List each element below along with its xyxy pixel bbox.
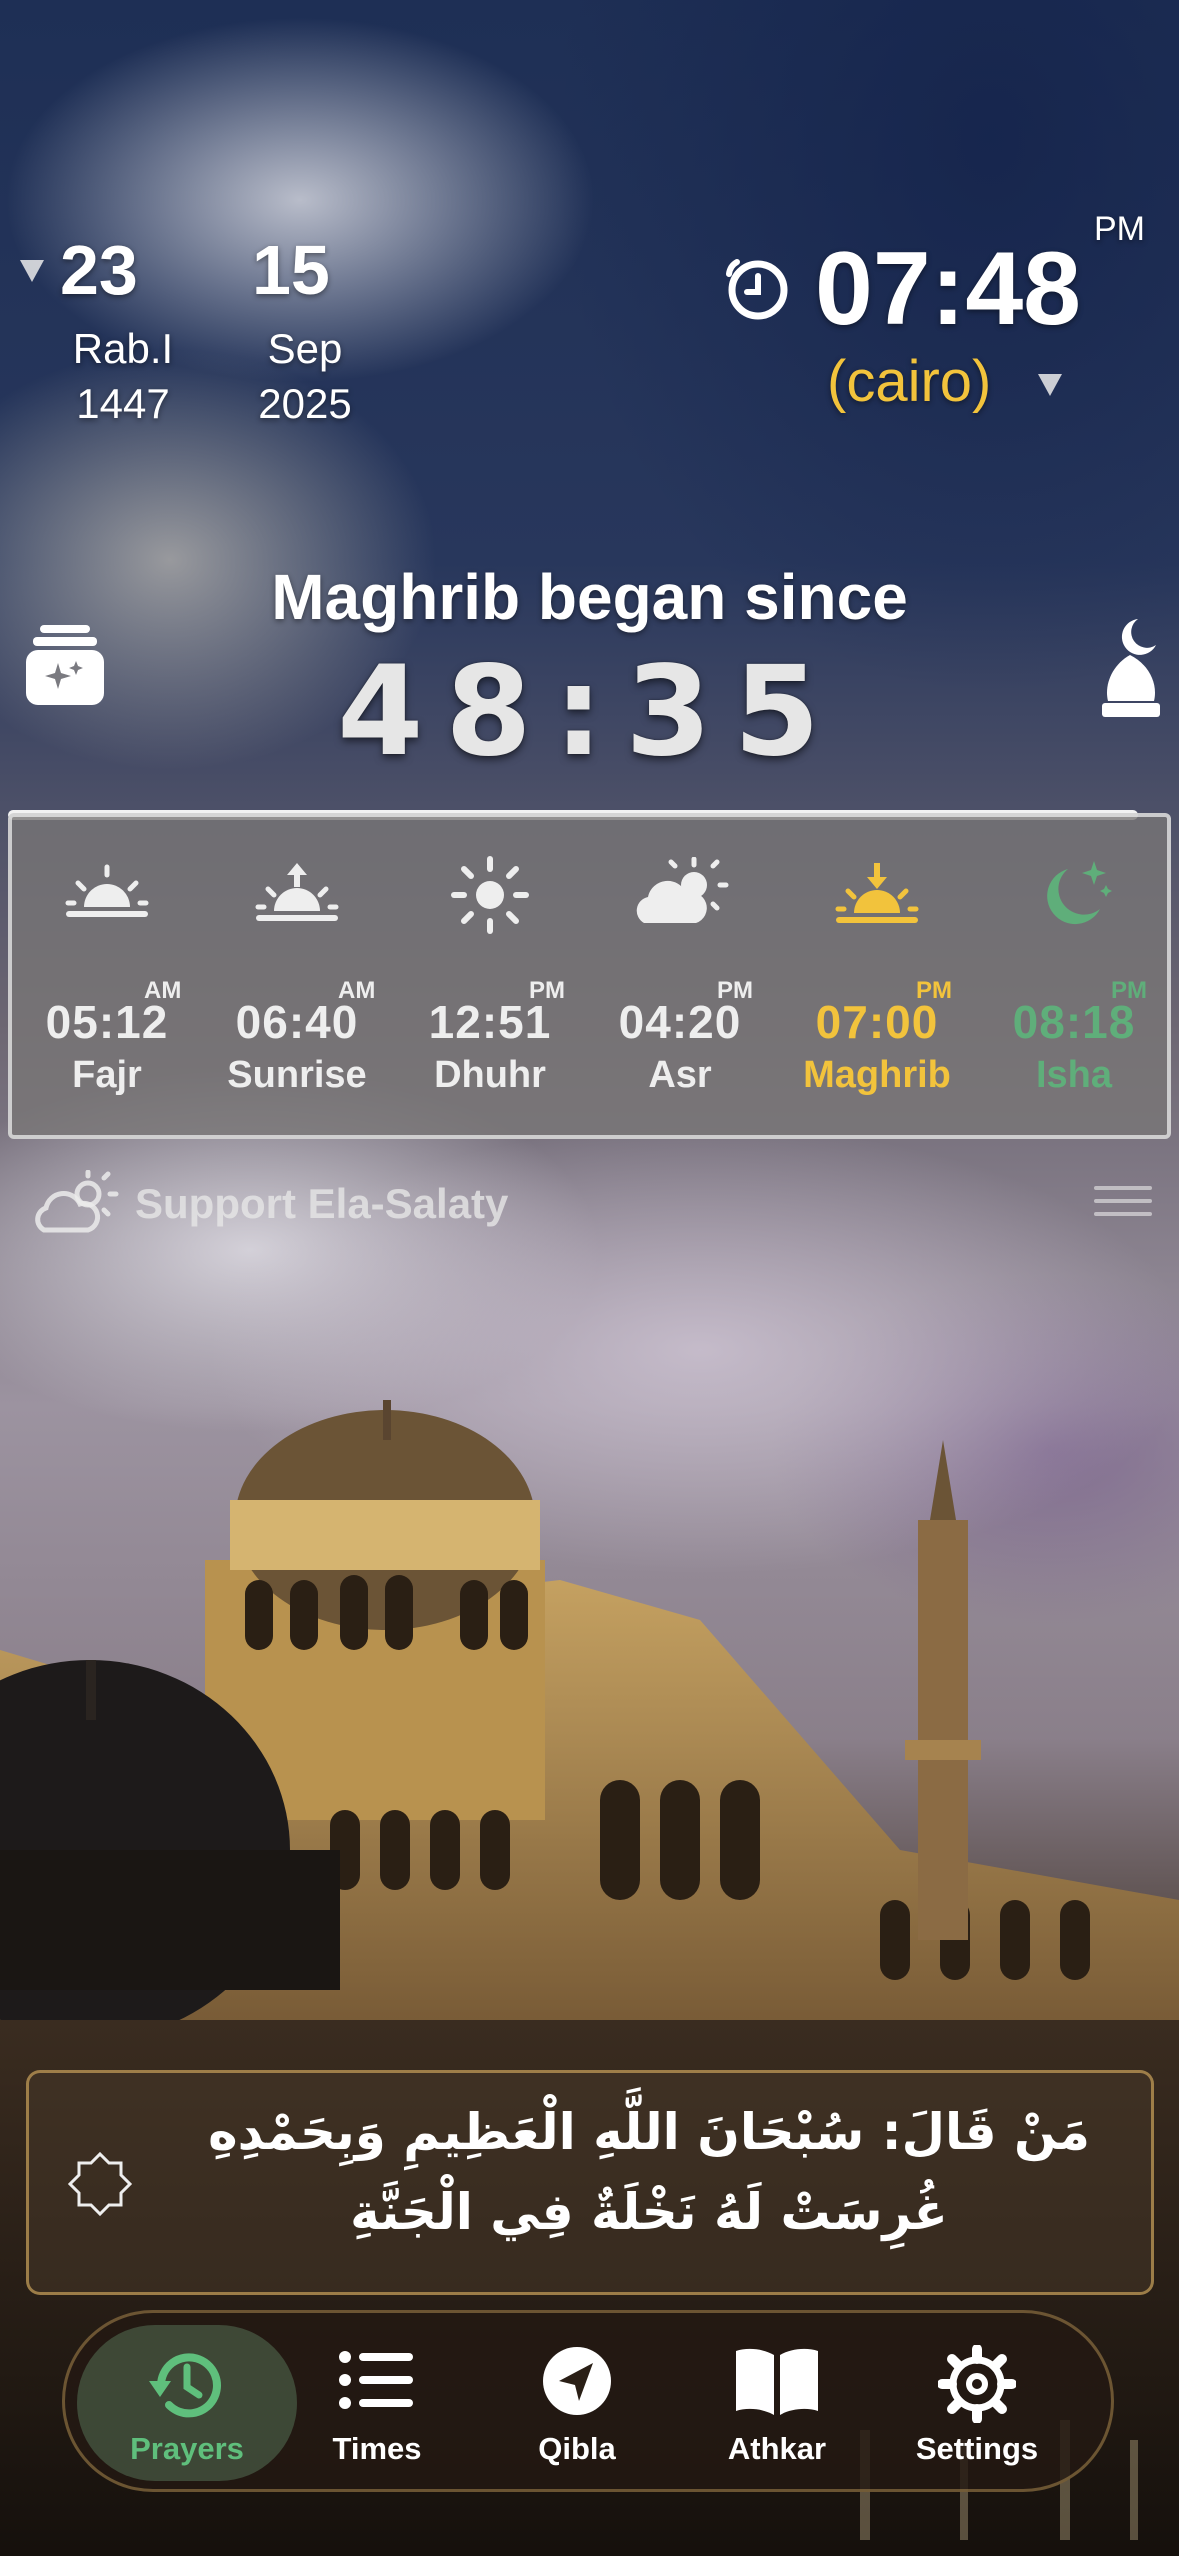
dhuhr-time: 12:51 — [428, 996, 552, 1048]
hijri-year: 1447 — [76, 380, 170, 427]
location-dropdown-icon[interactable] — [1038, 374, 1062, 396]
sparkle-stack-icon — [26, 625, 104, 705]
sunrise-half-icon — [65, 864, 149, 917]
gregorian-year: 2025 — [258, 380, 352, 427]
athkar-quote-card[interactable]: مَنْ قَالَ: سُبْحَانَ اللَّهِ الْعَظِيمِ… — [26, 2070, 1154, 2295]
history-clock-icon — [149, 2353, 221, 2418]
prayer-fajr[interactable]: AM 05:12 Fajr — [12, 817, 202, 1143]
azan-mosque-button[interactable] — [1098, 615, 1163, 720]
gregorian-day: 15 — [252, 231, 330, 309]
mosque-crescent-icon — [1102, 619, 1160, 717]
tab-prayers[interactable]: Prayers — [77, 2325, 297, 2481]
fajr-name: Fajr — [72, 1054, 142, 1096]
gregorian-month: Sep — [267, 325, 343, 372]
maghrib-name: Maghrib — [803, 1054, 951, 1096]
tab-settings-label: Settings — [915, 2431, 1039, 2466]
sunset-icon — [835, 863, 919, 923]
support-link[interactable]: Support Ela-Salaty — [30, 1168, 590, 1238]
cloud-sun-icon — [35, 1170, 119, 1233]
countdown-timer: 48:35 — [337, 640, 842, 784]
dhuhr-name: Dhuhr — [434, 1054, 546, 1096]
clock-time: 07:48 — [815, 231, 1081, 347]
gregorian-date[interactable]: 15 Sep 2025 — [225, 230, 385, 430]
clock[interactable]: PM 07:48 (cairo) — [715, 200, 1155, 430]
bottom-tab-bar: Prayers Times Qibla Athkar Settings — [62, 2310, 1114, 2492]
menu-icon[interactable] — [1094, 1186, 1152, 1218]
alarm-clock-icon — [723, 252, 793, 327]
tab-qibla-label: Qibla — [538, 2431, 616, 2466]
cloud-sun-icon — [636, 857, 729, 923]
open-book-icon — [736, 2348, 818, 2415]
maghrib-time: 07:00 — [815, 996, 939, 1048]
prayer-isha[interactable]: PM 08:18 Isha — [979, 817, 1169, 1143]
prayer-times-panel: AM 05:12 Fajr AM 06:40 Sunrise PM 12:51 … — [8, 813, 1171, 1139]
sun-icon — [451, 856, 529, 934]
tab-times[interactable]: Times — [277, 2313, 477, 2495]
navigation-arrow-icon — [543, 2347, 611, 2415]
moon-stars-icon — [1047, 861, 1112, 925]
prayer-sunrise[interactable]: AM 06:40 Sunrise — [202, 817, 392, 1143]
tab-qibla[interactable]: Qibla — [477, 2313, 677, 2495]
fajr-time: 05:12 — [45, 996, 169, 1048]
prayer-asr[interactable]: PM 04:20 Asr — [585, 817, 775, 1143]
tab-athkar-label: Athkar — [727, 2431, 827, 2466]
tab-settings[interactable]: Settings — [877, 2313, 1077, 2495]
tab-prayers-label: Prayers — [130, 2431, 244, 2466]
prayer-maghrib[interactable]: PM 07:00 Maghrib — [782, 817, 972, 1143]
isha-time: 08:18 — [1012, 996, 1136, 1048]
hijri-month: Rab.I — [72, 325, 174, 372]
list-icon — [339, 2351, 413, 2409]
sunrise-time: 06:40 — [235, 996, 359, 1048]
sun-up-arrow-icon — [255, 863, 339, 921]
status-title: Maghrib began since — [271, 561, 908, 633]
widget-stack-button[interactable] — [26, 625, 104, 705]
support-label: Support Ela-Salaty — [135, 1180, 509, 1227]
octagram-star-icon — [67, 2151, 133, 2217]
hijri-day: 23 — [60, 231, 138, 309]
location-label[interactable]: (cairo) — [827, 348, 991, 415]
quote-line-2: غُرِسَتْ لَهُ نَخْلَةٌ فِي الْجَنَّةِ — [350, 2183, 948, 2241]
isha-name: Isha — [1035, 1054, 1113, 1096]
tab-times-label: Times — [332, 2431, 422, 2466]
sunrise-name: Sunrise — [227, 1054, 367, 1096]
hijri-date[interactable]: 23 Rab.I 1447 — [18, 230, 188, 430]
asr-time: 04:20 — [618, 996, 742, 1048]
chevron-down-icon — [20, 260, 44, 282]
quote-line-1: مَنْ قَالَ: سُبْحَانَ اللَّهِ الْعَظِيمِ… — [208, 2103, 1090, 2161]
tab-athkar[interactable]: Athkar — [677, 2313, 877, 2495]
prayer-dhuhr[interactable]: PM 12:51 Dhuhr — [395, 817, 585, 1143]
asr-name: Asr — [648, 1054, 712, 1096]
gear-icon — [938, 2345, 1016, 2423]
clock-ampm: PM — [1094, 210, 1145, 248]
